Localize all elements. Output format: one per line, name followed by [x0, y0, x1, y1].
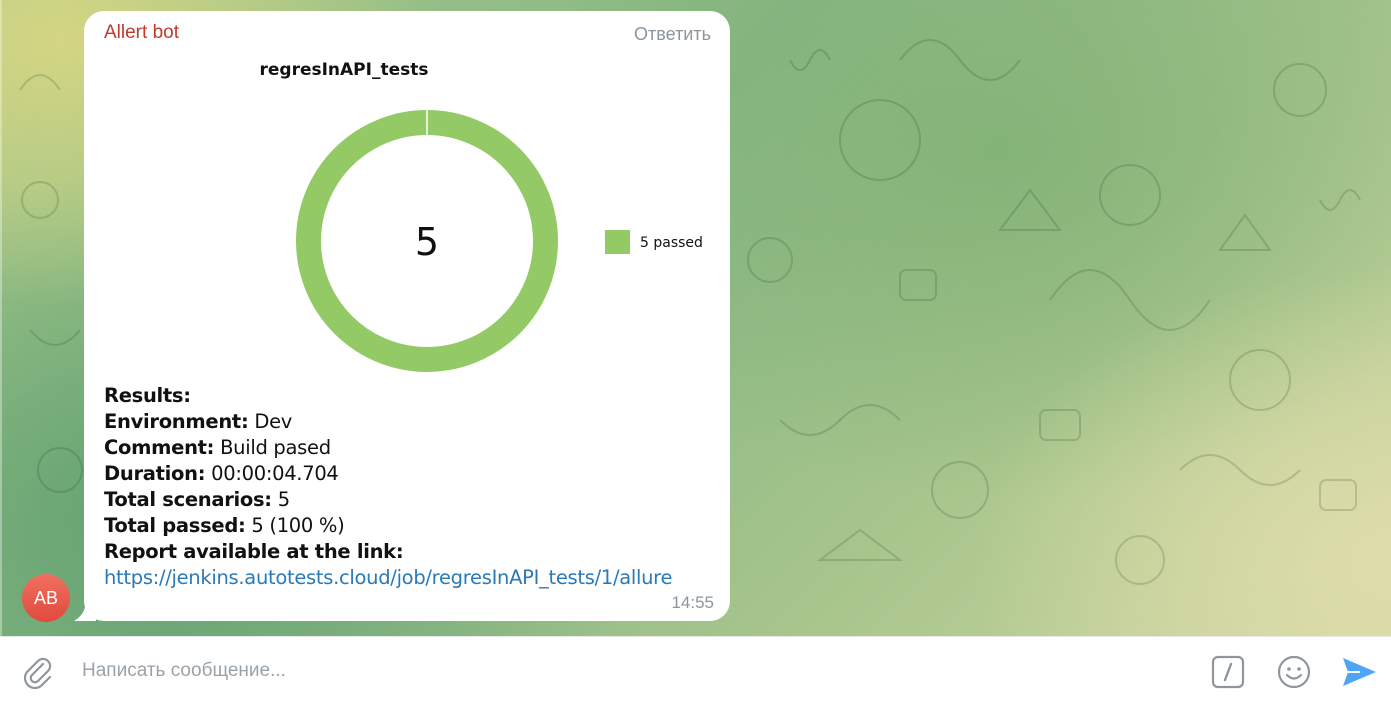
- bot-command-icon[interactable]: [1211, 655, 1245, 689]
- donut-chart: 5 5 passed: [296, 110, 703, 372]
- reply-button[interactable]: Ответить: [634, 24, 711, 45]
- comment-label: Comment:: [104, 436, 215, 459]
- environment-value: Dev: [248, 410, 293, 433]
- message-composer: [0, 636, 1391, 702]
- chart-image[interactable]: regresInAPI_tests 55 passed: [102, 55, 722, 379]
- message-bubble: Allert bot Ответить regresInAPI_tests 55…: [84, 11, 730, 621]
- sender-name[interactable]: Allert bot: [104, 22, 179, 44]
- send-icon[interactable]: [1340, 655, 1378, 689]
- emoji-icon[interactable]: [1276, 654, 1312, 690]
- legend-swatch: [605, 230, 630, 254]
- scenarios-value: 5: [271, 488, 290, 511]
- duration-label: Duration:: [104, 462, 206, 485]
- legend-label: 5 passed: [640, 235, 703, 251]
- chat-background: Allert bot Ответить regresInAPI_tests 55…: [0, 0, 1391, 636]
- scenarios-label: Total scenarios:: [104, 488, 272, 511]
- donut-center-label: 5: [415, 220, 439, 264]
- message-input[interactable]: [80, 653, 1184, 689]
- results-heading: Results:: [104, 384, 191, 407]
- message-time: 14:55: [671, 593, 714, 612]
- comment-value: Build pased: [214, 436, 331, 459]
- report-link[interactable]: https://jenkins.autotests.cloud/job/regr…: [104, 566, 672, 589]
- avatar[interactable]: AB: [22, 574, 70, 622]
- passed-label: Total passed:: [104, 514, 246, 537]
- paperclip-icon[interactable]: [20, 655, 54, 689]
- window-edge: [0, 0, 2, 636]
- report-label: Report available at the link:: [104, 540, 404, 563]
- environment-label: Environment:: [104, 410, 249, 433]
- results-text: Results: Environment: Dev Comment: Build…: [104, 383, 672, 591]
- passed-value: 5 (100 %): [245, 514, 345, 537]
- duration-value: 00:00:04.704: [205, 462, 339, 485]
